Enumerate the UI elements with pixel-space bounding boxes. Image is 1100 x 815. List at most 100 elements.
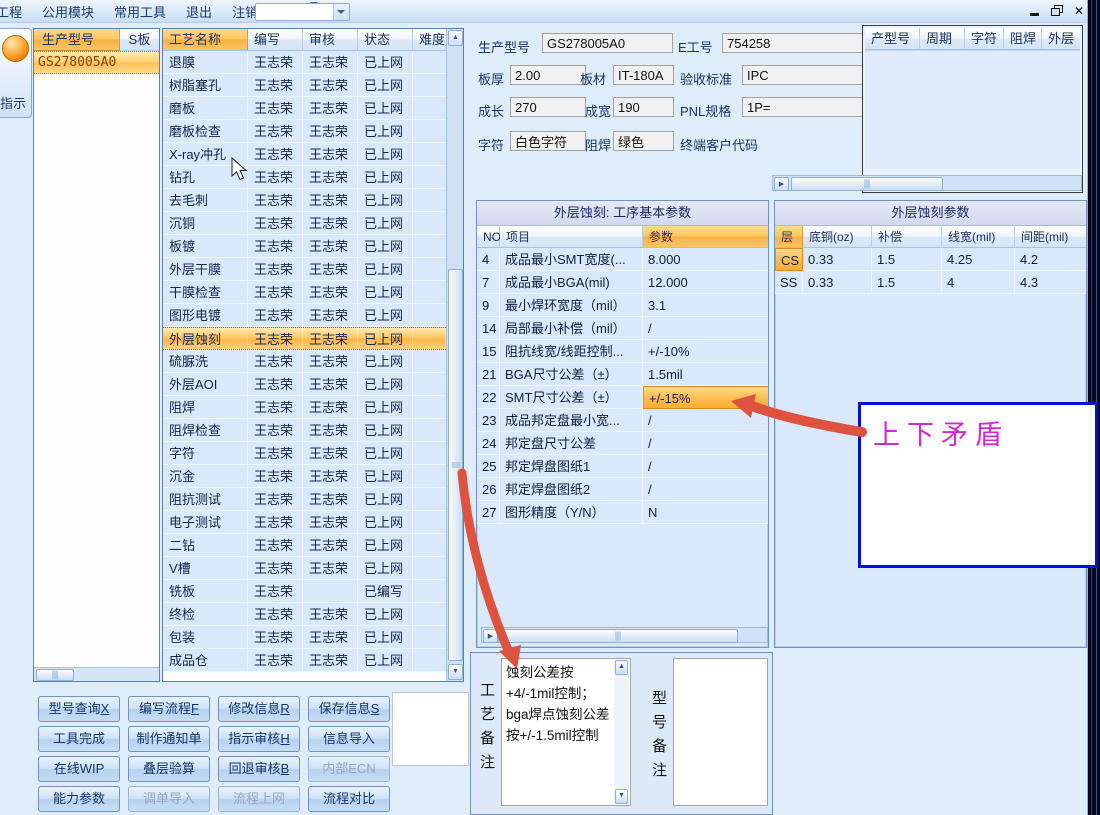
process-row[interactable]: 树脂塞孔 王志荣 王志荣 已上网 bbox=[163, 74, 446, 97]
process-header-4[interactable]: 难度 bbox=[413, 29, 446, 51]
etch-params-header-2[interactable]: 补偿 bbox=[872, 226, 942, 248]
action-button-指示审核[interactable]: 指示审核H bbox=[218, 726, 300, 752]
basic-params-header-0[interactable]: NO bbox=[477, 226, 501, 248]
process-row[interactable]: V槽 王志荣 王志荣 已上网 bbox=[163, 557, 446, 580]
close-button[interactable]: ✕ bbox=[1072, 4, 1086, 18]
restore-button[interactable] bbox=[1050, 4, 1064, 18]
process-row[interactable]: 板镀 王志荣 王志荣 已上网 bbox=[163, 235, 446, 258]
process-row[interactable]: 去毛刺 王志荣 王志荣 已上网 bbox=[163, 189, 446, 212]
scroll-down-icon[interactable]: ▼ bbox=[448, 664, 463, 680]
solder-mask-field[interactable] bbox=[613, 131, 674, 151]
model-list-header-model[interactable]: 生产型号 bbox=[34, 29, 120, 51]
process-row[interactable]: 包装 王志荣 王志荣 已上网 bbox=[163, 626, 446, 649]
etch-params-header-1[interactable]: 底铜(oz) bbox=[803, 226, 872, 248]
process-row[interactable]: 字符 王志荣 王志荣 已上网 bbox=[163, 442, 446, 465]
basic-params-row[interactable]: 21 BGA尺寸公差（±） 1.5mil bbox=[477, 363, 768, 386]
etch-params-row[interactable]: CS 0.33 1.5 4.25 4.2 bbox=[775, 248, 1086, 271]
model-list-row[interactable]: GS278005A0 bbox=[34, 51, 159, 74]
action-button-保存信息[interactable]: 保存信息S bbox=[308, 696, 390, 722]
process-row[interactable]: 干膜检查 王志荣 王志荣 已上网 bbox=[163, 281, 446, 304]
process-row[interactable]: 二钻 王志荣 王志荣 已上网 bbox=[163, 534, 446, 557]
model-list-header-sboard[interactable]: S板 bbox=[120, 29, 159, 51]
scroll-up-icon[interactable]: ▲ bbox=[615, 660, 628, 675]
action-button-制作通知单[interactable]: 制作通知单 bbox=[128, 726, 210, 752]
process-header-3[interactable]: 状态 bbox=[358, 29, 413, 51]
menu-combobox[interactable] bbox=[255, 3, 350, 21]
scroll-right-icon[interactable]: ▶ bbox=[483, 629, 498, 643]
panel-width-field[interactable] bbox=[613, 97, 674, 117]
etch-params-header-4[interactable]: 间距(mil) bbox=[1015, 226, 1086, 248]
process-header-2[interactable]: 审核 bbox=[303, 29, 358, 51]
action-button-内部ECN[interactable]: 内部ECN bbox=[308, 756, 390, 782]
action-button-调单导入[interactable]: 调单导入 bbox=[128, 786, 210, 812]
model-summary-header-1[interactable]: 周期 bbox=[920, 28, 965, 50]
minimize-button[interactable] bbox=[1028, 4, 1042, 18]
process-row[interactable]: 沉铜 王志荣 王志荣 已上网 bbox=[163, 212, 446, 235]
action-button-型号查询[interactable]: 型号查询X bbox=[38, 696, 120, 722]
basic-params-row[interactable]: 9 最小焊环宽度（mil） 3.1 bbox=[477, 294, 768, 317]
process-table-vscrollbar[interactable]: ▲ ▼ bbox=[446, 29, 463, 681]
model-summary-header-0[interactable]: 产型号 bbox=[865, 28, 920, 50]
action-button-能力参数[interactable]: 能力参数 bbox=[38, 786, 120, 812]
action-button-流程对比[interactable]: 流程对比 bbox=[308, 786, 390, 812]
process-row[interactable]: 阻焊 王志荣 王志荣 已上网 bbox=[163, 396, 446, 419]
process-row[interactable]: 阻抗测试 王志荣 王志荣 已上网 bbox=[163, 488, 446, 511]
action-button-修改信息[interactable]: 修改信息R bbox=[218, 696, 300, 722]
process-row[interactable]: 成品仓 王志荣 王志荣 已上网 bbox=[163, 649, 446, 672]
process-header-0[interactable]: 工艺名称 bbox=[163, 29, 248, 51]
menu-item[interactable]: 常用工具 bbox=[104, 0, 176, 23]
basic-params-row[interactable]: 23 成品邦定盘最小宽... / bbox=[477, 409, 768, 432]
scroll-up-icon[interactable]: ▲ bbox=[448, 30, 463, 46]
basic-params-header-1[interactable]: 项目 bbox=[500, 226, 643, 248]
process-row[interactable]: 外层AOI 王志荣 王志荣 已上网 bbox=[163, 373, 446, 396]
menu-item[interactable]: 公用模块 bbox=[32, 0, 104, 23]
process-row[interactable]: 阻焊检查 王志荣 王志荣 已上网 bbox=[163, 419, 446, 442]
process-note-text[interactable]: 蚀刻公差按+4/-1mil控制；bga焊点蚀刻公差按+/-1.5mil控制 bbox=[506, 662, 612, 746]
menu-item[interactable]: 工程 bbox=[0, 0, 32, 23]
process-row[interactable]: 退膜 王志荣 王志荣 已上网 bbox=[163, 51, 446, 74]
board-material-field[interactable] bbox=[613, 65, 674, 85]
process-row[interactable]: 钻孔 王志荣 王志荣 已上网 bbox=[163, 166, 446, 189]
process-row[interactable]: 沉金 王志荣 王志荣 已上网 bbox=[163, 465, 446, 488]
basic-params-header-2[interactable]: 参数 bbox=[643, 226, 768, 248]
basic-params-row[interactable]: 24 邦定盘尺寸公差 / bbox=[477, 432, 768, 455]
process-row[interactable]: 外层蚀刻 王志荣 王志荣 已上网 bbox=[163, 327, 446, 350]
process-row[interactable]: 外层干膜 王志荣 王志荣 已上网 bbox=[163, 258, 446, 281]
acceptance-standard-field[interactable] bbox=[742, 65, 862, 85]
top-hscrollbar[interactable]: ◀ ▶ bbox=[772, 175, 1082, 191]
action-button-信息导入[interactable]: 信息导入 bbox=[308, 726, 390, 752]
etch-params-header-3[interactable]: 线宽(mil) bbox=[942, 226, 1015, 248]
process-row[interactable]: 电子测试 王志荣 王志荣 已上网 bbox=[163, 511, 446, 534]
process-row[interactable]: X-ray冲孔 王志荣 王志荣 已上网 bbox=[163, 143, 446, 166]
basic-params-row[interactable]: 7 成品最小BGA(mil) 12.000 bbox=[477, 271, 768, 294]
scroll-right-icon[interactable]: ▶ bbox=[774, 177, 789, 191]
process-row[interactable]: 磨板 王志荣 王志荣 已上网 bbox=[163, 97, 446, 120]
basic-params-row[interactable]: 26 邦定焊盘图纸2/ bbox=[477, 478, 768, 501]
basic-params-row[interactable]: 25 邦定焊盘图纸1/ bbox=[477, 455, 768, 478]
action-button-叠层验算[interactable]: 叠层验算 bbox=[128, 756, 210, 782]
note-vscrollbar[interactable]: ▲ ▼ bbox=[614, 660, 629, 804]
indicator-button[interactable]: 指示 bbox=[0, 28, 32, 118]
model-summary-header-4[interactable]: 外层 bbox=[1042, 28, 1080, 50]
etch-params-row[interactable]: SS 0.33 1.5 4 4.3 bbox=[775, 271, 1086, 294]
combobox-dropdown-icon[interactable] bbox=[333, 4, 349, 20]
process-row[interactable]: 硫脲洗 王志荣 王志荣 已上网 bbox=[163, 350, 446, 373]
legend-field[interactable] bbox=[510, 131, 586, 151]
action-button-回退审核[interactable]: 回退审核B bbox=[218, 756, 300, 782]
basic-params-row[interactable]: 14 局部最小补偿（mil） / bbox=[477, 317, 768, 340]
basic-params-row[interactable]: 22 SMT尺寸公差（±） +/-15% bbox=[477, 386, 768, 409]
etch-params-header-0[interactable]: 层 bbox=[775, 226, 803, 248]
basic-params-row[interactable]: 27 图形精度（Y/N） N bbox=[477, 501, 768, 524]
production-model-field[interactable] bbox=[542, 33, 673, 53]
model-list-hscrollbar[interactable] bbox=[34, 667, 159, 681]
basic-params-hscrollbar[interactable]: ◀ ▶ bbox=[481, 627, 768, 643]
process-row[interactable]: 铣板 王志荣 已编写 bbox=[163, 580, 446, 603]
process-row[interactable]: 图形电镀 王志荣 王志荣 已上网 bbox=[163, 304, 446, 327]
process-row[interactable]: 终检 王志荣 王志荣 已上网 bbox=[163, 603, 446, 626]
model-summary-header-3[interactable]: 阻焊 bbox=[1004, 28, 1042, 50]
model-summary-header-2[interactable]: 字符 bbox=[965, 28, 1004, 50]
scroll-down-icon[interactable]: ▼ bbox=[615, 789, 628, 804]
pnl-spec-field[interactable] bbox=[742, 97, 862, 117]
board-thickness-field[interactable] bbox=[510, 65, 586, 85]
basic-params-row[interactable]: 4 成品最小SMT宽度(... 8.000 bbox=[477, 248, 768, 271]
